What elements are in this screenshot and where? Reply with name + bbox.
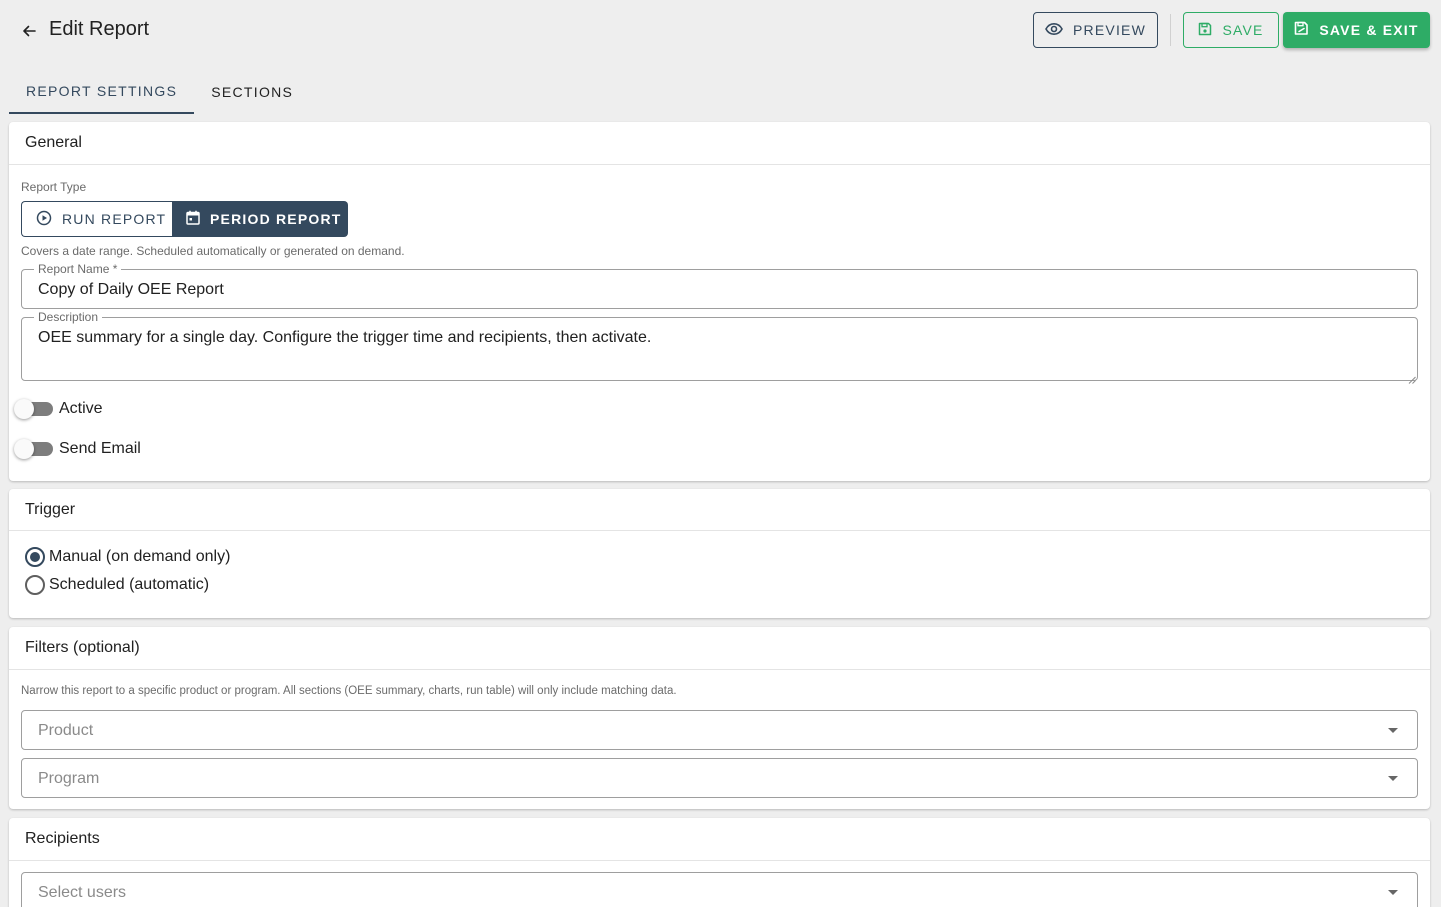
save-button[interactable]: Save (1183, 12, 1279, 48)
description-label: Description (34, 310, 103, 324)
preview-button-label: Preview (1073, 22, 1146, 38)
send-email-toggle-thumb (14, 439, 34, 459)
save-button-label: Save (1222, 22, 1264, 38)
floppy-disk-icon (1198, 22, 1212, 39)
product-select[interactable]: Product (21, 710, 1418, 750)
general-card-title: General (9, 122, 1430, 165)
report-name-field[interactable]: Report Name * Copy of Daily OEE Report (21, 262, 1418, 309)
save-and-exit-button[interactable]: Save & Exit (1283, 12, 1430, 48)
play-circle-icon (36, 210, 52, 229)
report-type-toggle: Run Report Period Report (21, 201, 348, 237)
program-placeholder: Program (38, 770, 100, 787)
page-header: Edit Report Preview Save (0, 0, 1441, 60)
preview-button[interactable]: Preview (1033, 12, 1158, 48)
dropdown-arrow-icon (1388, 776, 1398, 781)
save-and-exit-label: Save & Exit (1319, 22, 1419, 38)
active-toggle-thumb (14, 399, 34, 419)
description-field[interactable]: Description OEE summary for a single day… (21, 310, 1418, 384)
trigger-manual-label: Manual (on demand only) (49, 548, 231, 565)
recipients-card: Recipients Select users (9, 818, 1430, 907)
trigger-scheduled-option[interactable]: Scheduled (automatic) (25, 573, 209, 597)
resize-grip-icon[interactable] (1408, 371, 1416, 384)
product-placeholder: Product (38, 722, 94, 739)
active-label: Active (59, 400, 103, 417)
trigger-scheduled-label: Scheduled (automatic) (49, 576, 210, 593)
select-users-placeholder: Select users (38, 884, 127, 901)
select-users-field[interactable]: Select users (21, 872, 1418, 907)
radio-checked-icon (25, 547, 45, 567)
calendar-icon (186, 210, 200, 228)
page-title: Edit Report (49, 18, 150, 40)
active-toggle[interactable] (14, 399, 54, 419)
run-report-label: Run Report (62, 211, 167, 227)
eye-icon (1045, 22, 1063, 38)
report-type-caption: Report Type (21, 180, 87, 194)
dropdown-arrow-icon (1388, 890, 1398, 895)
period-report-option[interactable]: Period Report (172, 201, 348, 237)
recipients-card-title: Recipients (9, 818, 1430, 861)
trigger-card-title: Trigger (9, 489, 1430, 531)
toolbar-divider (1170, 14, 1171, 46)
send-email-toggle[interactable] (14, 439, 54, 459)
tab-sections[interactable]: Sections (194, 70, 310, 114)
dropdown-arrow-icon (1388, 728, 1398, 733)
general-card: General Report Type Run Report Perio (9, 122, 1430, 481)
report-name-label: Report Name * (34, 262, 122, 276)
filters-hint: Narrow this report to a specific product… (21, 685, 677, 697)
back-arrow-icon[interactable] (16, 18, 42, 44)
period-report-label: Period Report (210, 211, 342, 227)
filters-card: Filters (optional) Narrow this report to… (9, 627, 1430, 809)
run-report-option[interactable]: Run Report (21, 201, 172, 237)
tab-report-settings[interactable]: Report Settings (9, 70, 195, 114)
save-exit-icon (1294, 21, 1309, 39)
tab-bar: Report Settings Sections (9, 70, 310, 114)
radio-unchecked-icon (25, 575, 45, 595)
send-email-label: Send Email (59, 440, 141, 457)
description-value: OEE summary for a single day. Configure … (38, 329, 652, 346)
trigger-card: Trigger Manual (on demand only) Schedule… (9, 489, 1430, 618)
report-type-hint: Covers a date range. Scheduled automatic… (21, 244, 405, 258)
program-select[interactable]: Program (21, 758, 1418, 798)
trigger-manual-option[interactable]: Manual (on demand only) (25, 545, 230, 569)
report-name-value: Copy of Daily OEE Report (38, 281, 224, 298)
filters-card-title: Filters (optional) (9, 627, 1430, 670)
